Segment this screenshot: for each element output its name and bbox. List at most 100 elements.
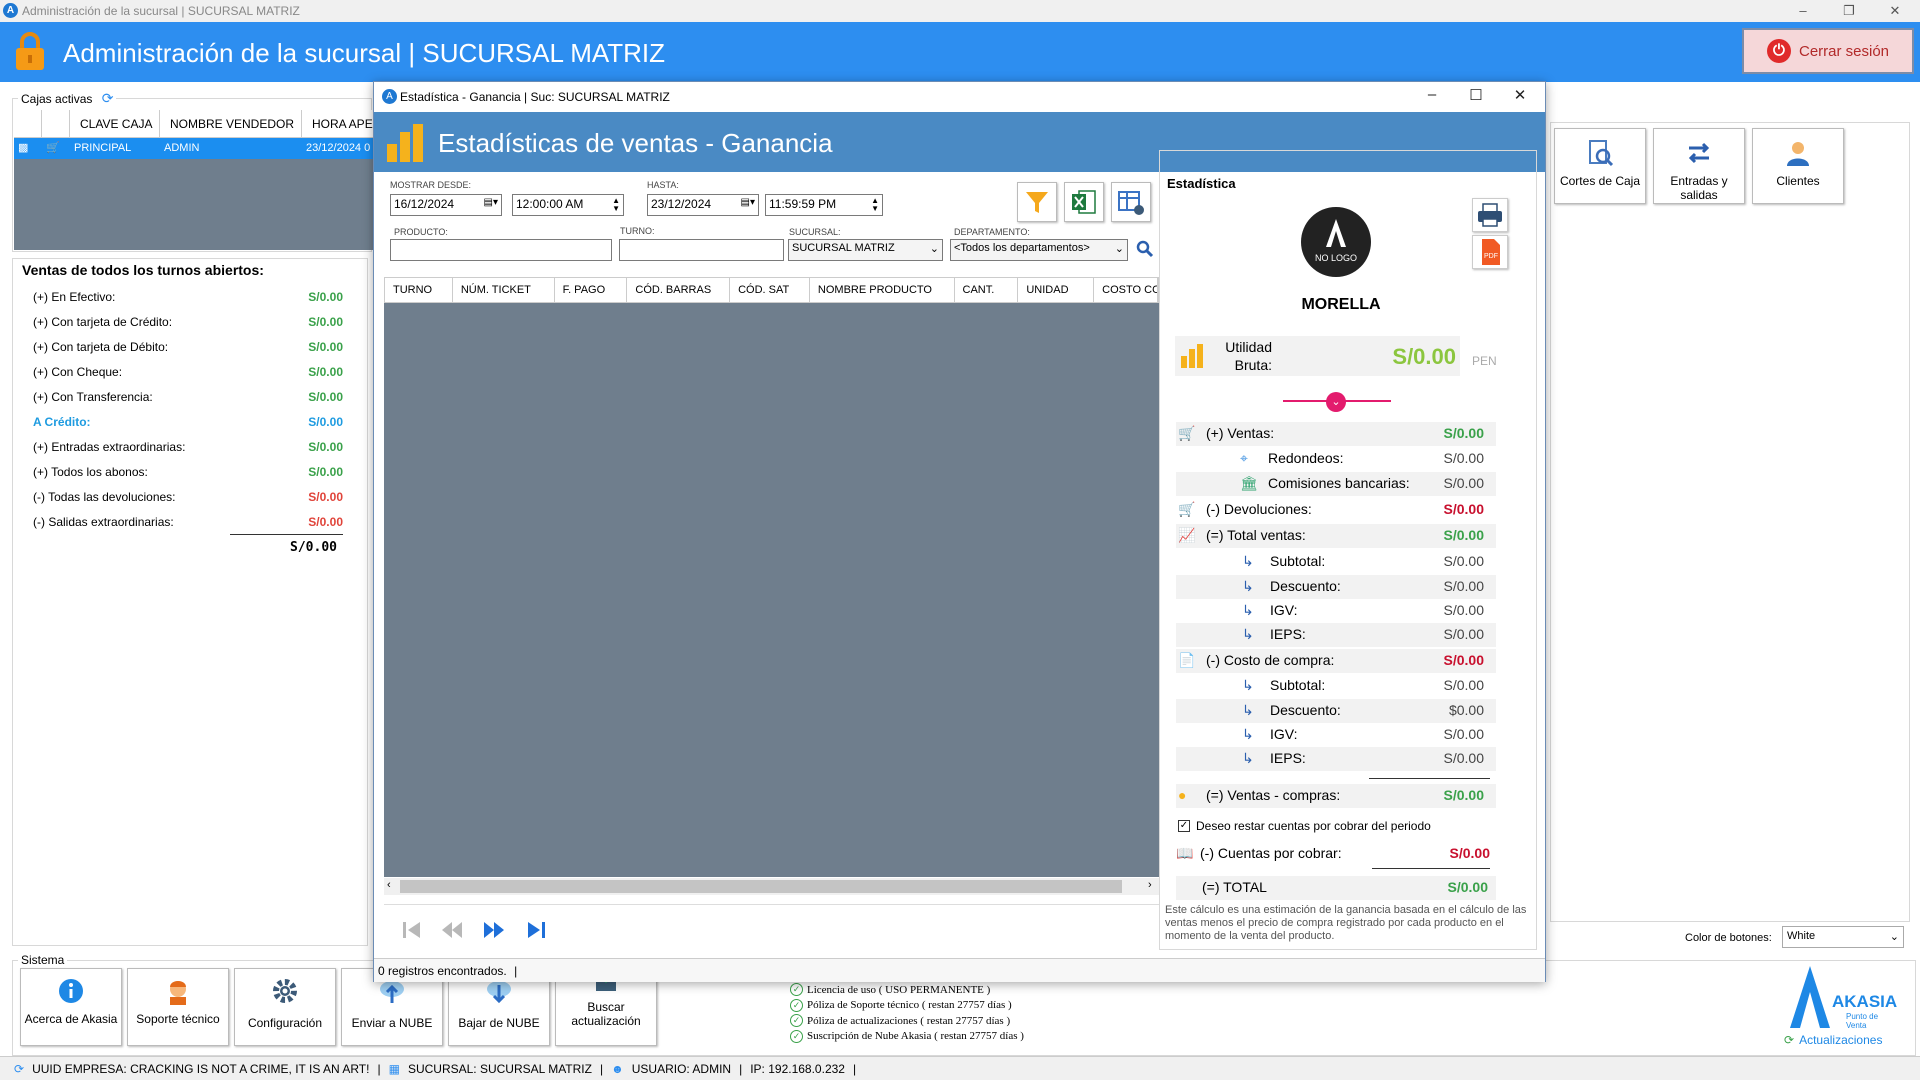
stat-row: ↳ IGV: S/0.00 [1176, 723, 1496, 747]
stat-row: 📄 (-) Costo de compra: S/0.00 [1176, 649, 1496, 673]
previous-page-icon[interactable] [440, 919, 464, 941]
modal-minimize-button[interactable]: – [1410, 86, 1454, 108]
restar-cuentas-checkbox[interactable]: ✓ Deseo restar cuentas por cobrar del pe… [1178, 819, 1431, 833]
modal-title: Estadística - Ganancia | Suc: SUCURSAL M… [400, 90, 670, 104]
col-cod-sat[interactable]: CÓD. SAT [730, 278, 810, 302]
chart-icon[interactable]: ▩ [14, 138, 42, 159]
first-page-icon[interactable] [400, 919, 424, 941]
pdf-icon: PDF [1482, 239, 1500, 265]
page-title: Administración de la sucursal | SUCURSAL… [63, 38, 666, 68]
stat-row-label: Descuento: [1270, 578, 1341, 594]
stat-row-label: IEPS: [1270, 626, 1306, 642]
cart-icon[interactable]: 🛒 [42, 138, 70, 159]
total-value: S/0.00 [1447, 879, 1488, 895]
list-item: (+) Entradas extraordinarias: S/0.00 [33, 440, 343, 465]
check-circle-icon: ✓ [790, 1029, 803, 1043]
filter-button[interactable] [1017, 182, 1057, 222]
configuracion-button[interactable]: Configuración [234, 968, 336, 1046]
estadistica-caption: Estadística [1164, 176, 1239, 191]
producto-label: PRODUCTO: [394, 227, 448, 237]
stat-row-label: (+) Ventas: [1206, 425, 1275, 441]
soporte-button[interactable]: Soporte técnico [127, 968, 229, 1046]
columns-settings-button[interactable] [1111, 182, 1151, 222]
col-unidad[interactable]: UNIDAD [1018, 278, 1095, 302]
estimate-note: Este cálculo es una estimación de la gan… [1165, 904, 1527, 942]
departamento-select[interactable]: <Todos los departamentos> ⌄ [950, 239, 1128, 261]
stat-row-value: S/0.00 [1443, 602, 1484, 618]
cell-clave: PRINCIPAL [74, 142, 132, 154]
next-page-icon[interactable] [482, 919, 506, 941]
cajas-table-header: CLAVE CAJA NOMBRE VENDEDOR HORA APERTURA [14, 110, 374, 138]
checkbox-checked-icon[interactable]: ✓ [1178, 820, 1190, 832]
refresh-icon[interactable]: ⟳ [102, 90, 114, 106]
window-titlebar: A Administración de la sucursal | SUCURS… [0, 0, 1920, 22]
color-botones-select[interactable]: White ⌄ [1782, 926, 1904, 948]
power-icon: ⏻ [1766, 39, 1791, 63]
list-item: ✓ Póliza de actualizaciones ( restan 2775… [790, 1013, 1024, 1029]
acerca-button[interactable]: Acerca de Akasia [20, 968, 122, 1046]
stat-row-label: (-) Devoluciones: [1206, 501, 1312, 517]
stat-row: ↳ IGV: S/0.00 [1176, 599, 1496, 623]
sucursal-select[interactable]: SUCURSAL MATRIZ ⌄ [788, 239, 943, 261]
app-header: Administración de la sucursal | SUCURSAL… [0, 22, 1920, 82]
desde-time-picker[interactable]: 12:00:00 AM ▲ ▼ [512, 194, 624, 216]
col-f-pago[interactable]: F. PAGO [555, 278, 628, 302]
stat-row: ⌖ Redondeos: S/0.00 [1176, 447, 1496, 471]
cuentas-label: (-) Cuentas por cobrar: [1200, 845, 1342, 861]
right-panel [1550, 122, 1910, 922]
soporte-label: Soporte técnico [136, 1012, 220, 1026]
stat-row-label: Subtotal: [1270, 677, 1326, 693]
modal-close-button[interactable]: ✕ [1498, 86, 1542, 108]
enviar-nube-label: Enviar a NUBE [351, 1016, 433, 1030]
search-icon[interactable] [1136, 240, 1154, 258]
col-nombre-producto[interactable]: NOMBRE PRODUCTO [810, 278, 955, 302]
close-button[interactable]: ✕ [1872, 0, 1918, 22]
akasia-sub: Punto de Venta [1846, 1012, 1879, 1030]
cortes-caja-button[interactable]: Cortes de Caja [1554, 128, 1646, 204]
producto-input[interactable] [390, 239, 612, 261]
report-search-icon [1589, 140, 1614, 167]
col-cant[interactable]: CANT. [955, 278, 1019, 302]
scroll-left-icon[interactable]: ‹ [387, 879, 391, 891]
last-page-icon[interactable] [524, 919, 548, 941]
actualizaciones-link[interactable]: ⟳ Actualizaciones [1784, 1033, 1882, 1047]
cell-hora: 23/12/2024 0 [306, 142, 371, 154]
ventas-row-value: S/0.00 [308, 515, 343, 529]
list-item: ✓ Póliza de Soporte técnico ( restan 2775… [790, 998, 1024, 1014]
col-num-ticket[interactable]: NÚM. TICKET [453, 278, 555, 302]
minimize-button[interactable]: – [1780, 0, 1826, 22]
list-item: A Crédito: S/0.00 [33, 415, 343, 440]
excel-export-button[interactable] [1064, 182, 1104, 222]
print-button[interactable] [1472, 198, 1508, 232]
arrow-return-icon: ↳ [1242, 702, 1254, 718]
expand-toggle-icon[interactable]: ⌄ [1326, 392, 1346, 412]
cart-icon: 🛒 [1178, 425, 1196, 441]
restore-button[interactable]: ❐ [1826, 0, 1872, 22]
table-row[interactable]: ▩ 🛒 PRINCIPAL ADMIN 23/12/2024 0 [14, 138, 374, 159]
scroll-thumb[interactable] [400, 880, 1122, 893]
logout-button[interactable]: ⏻ Cerrar sesión [1742, 28, 1914, 74]
clientes-button[interactable]: Clientes [1752, 128, 1844, 204]
stat-row-label: IEPS: [1270, 750, 1306, 766]
modal-maximize-button[interactable]: ☐ [1454, 86, 1498, 108]
desde-date-picker[interactable]: 16/12/2024 ▤▾ [390, 194, 502, 216]
col-turno[interactable]: TURNO [385, 278, 453, 302]
status-bar: ⟳ UUID EMPRESA: CRACKING IS NOT A CRIME,… [0, 1056, 1920, 1080]
results-grid[interactable] [384, 277, 1159, 877]
entradas-salidas-button[interactable]: Entradas y salidas [1653, 128, 1745, 204]
hasta-time-picker[interactable]: 11:59:59 PM ▲ ▼ [765, 194, 883, 216]
ventas-row-label: (+) Entradas extraordinarias: [33, 440, 186, 454]
stat-row-value: S/0.00 [1443, 750, 1484, 766]
check-circle-icon: ✓ [790, 1014, 803, 1028]
turno-input[interactable] [619, 239, 784, 261]
scroll-right-icon[interactable]: › [1148, 879, 1152, 891]
cortes-caja-label: Cortes de Caja [1559, 174, 1641, 188]
status-sucursal: SUCURSAL: SUCURSAL MATRIZ [407, 1061, 592, 1076]
hasta-date-picker[interactable]: 23/12/2024 ▤▾ [647, 194, 759, 216]
col-costo[interactable]: COSTO CO [1094, 278, 1159, 302]
stat-row-value: $0.00 [1448, 702, 1484, 718]
arrow-return-icon: ↳ [1242, 553, 1254, 569]
col-cod-barras[interactable]: CÓD. BARRAS [627, 278, 731, 302]
pdf-button[interactable]: PDF [1472, 235, 1508, 269]
horizontal-scrollbar[interactable]: ‹ › [384, 878, 1159, 895]
